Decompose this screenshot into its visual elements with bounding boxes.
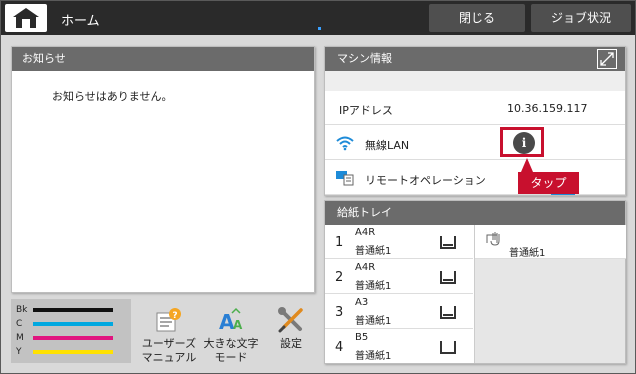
top-bar: ホーム 閉じる ジョブ状況 — [1, 1, 635, 35]
tray-paper-type: 普通紙1 — [355, 316, 392, 327]
toner-label: Y — [16, 347, 22, 357]
tap-callout-pointer — [521, 158, 533, 172]
tap-highlight-box — [500, 127, 544, 157]
tray-row[interactable]: 3 A3 普通紙1 — [325, 295, 473, 329]
large-text-mode-button[interactable]: A A 大きな文字 モード — [199, 307, 263, 365]
tray-number: 2 — [335, 270, 344, 285]
bypass-tray-row[interactable]: 普通紙1 — [475, 225, 626, 259]
manual-icon: ? — [156, 308, 181, 332]
bypass-tray[interactable]: 普通紙1 — [474, 225, 626, 363]
user-manual-button[interactable]: ? ユーザーズ マニュアル — [137, 307, 201, 365]
toner-row-m: M — [16, 332, 128, 344]
settings-label: 設定 — [280, 337, 302, 350]
paper-level-icon — [439, 234, 457, 254]
paper-tray-header: 給紙トレイ — [325, 201, 625, 225]
settings-button[interactable]: 設定 — [269, 307, 313, 351]
tray-row[interactable]: 4 B5 普通紙1 — [325, 330, 473, 364]
paper-level-icon — [439, 304, 457, 324]
toner-bar-yellow — [33, 350, 113, 354]
tray-paper-type: 普通紙1 — [355, 281, 392, 292]
toner-bar-cyan — [33, 322, 113, 326]
tray-number: 4 — [335, 340, 344, 355]
svg-text:A: A — [233, 318, 243, 332]
large-text-icon: A A — [219, 307, 243, 333]
user-manual-label-1: ユーザーズ — [141, 337, 197, 350]
wireless-lan-label: 無線LAN — [365, 139, 410, 152]
toner-row-y: Y — [16, 346, 128, 358]
tray-paper-size: B5 — [355, 332, 369, 343]
tray-number: 3 — [335, 305, 344, 320]
ip-address-label: IPアドレス — [339, 104, 393, 117]
toner-row-c: C — [16, 318, 128, 330]
toner-label: Bk — [16, 305, 28, 315]
machine-info-header: マシン情報 — [325, 47, 625, 71]
job-status-button[interactable]: ジョブ状況 — [531, 4, 631, 32]
wireless-lan-row: 無線LAN i — [325, 126, 625, 160]
tray-row[interactable]: 2 A4R 普通紙1 — [325, 260, 473, 294]
tray-paper-size: A4R — [355, 262, 376, 273]
remote-operation-label: リモートオペレーション — [365, 174, 486, 187]
remote-operation-icon — [335, 170, 355, 189]
expand-button[interactable] — [597, 49, 617, 69]
remote-operation-row: リモートオペレーション — [325, 161, 625, 195]
toner-bar-black — [33, 308, 113, 312]
expand-icon — [600, 52, 614, 66]
tray-paper-type: 普通紙1 — [355, 246, 392, 257]
user-manual-label-2: マニュアル — [141, 351, 197, 364]
tray-number: 1 — [335, 235, 344, 250]
bypass-tray-icon — [485, 231, 505, 251]
toner-level-widget[interactable]: Bk C M Y — [11, 299, 131, 363]
large-text-label-2: モード — [214, 351, 248, 364]
close-button[interactable]: 閉じる — [429, 4, 525, 32]
home-icon — [13, 8, 39, 28]
svg-text:?: ? — [172, 311, 177, 321]
app-frame: ホーム 閉じる ジョブ状況 お知らせ お知らせはありません。 Bk C M Y — [0, 0, 636, 374]
page-indicator — [318, 27, 321, 30]
toner-label: C — [16, 319, 23, 329]
machine-info-panel: マシン情報 IPアドレス 10.36.159.117 無線LAN i リモートオ… — [324, 46, 626, 196]
toner-label: M — [16, 333, 24, 343]
notice-header: お知らせ — [12, 47, 314, 71]
wrench-screwdriver-icon — [278, 307, 303, 333]
tap-callout-label: タップ — [518, 172, 579, 194]
wifi-icon — [335, 135, 355, 154]
tray-row[interactable]: 1 A4R 普通紙1 — [325, 225, 473, 259]
large-text-label-1: 大きな文字 — [203, 337, 259, 350]
tray-paper-type: 普通紙1 — [355, 351, 392, 362]
ip-address-row: IPアドレス 10.36.159.117 — [325, 91, 625, 125]
toner-bar-magenta — [33, 336, 113, 340]
tray-paper-size: A3 — [355, 297, 369, 308]
home-button[interactable] — [5, 4, 47, 32]
notice-empty-message: お知らせはありません。 — [52, 90, 173, 103]
machine-info-spacer — [325, 71, 625, 91]
page-title: ホーム — [61, 14, 100, 29]
notice-panel: お知らせ お知らせはありません。 — [11, 46, 315, 293]
toner-row-bk: Bk — [16, 304, 128, 316]
paper-empty-icon — [439, 339, 457, 359]
tray-list: 1 A4R 普通紙1 2 A4R 普通紙1 3 A3 普通紙1 4 B5 普通紙… — [325, 225, 473, 363]
tray-paper-size: A4R — [355, 227, 376, 238]
bypass-paper-type: 普通紙1 — [509, 248, 546, 259]
paper-tray-panel: 給紙トレイ 1 A4R 普通紙1 2 A4R 普通紙1 3 A3 普通紙1 4 … — [324, 200, 626, 364]
ip-address-value: 10.36.159.117 — [507, 102, 588, 115]
paper-level-icon — [439, 269, 457, 289]
